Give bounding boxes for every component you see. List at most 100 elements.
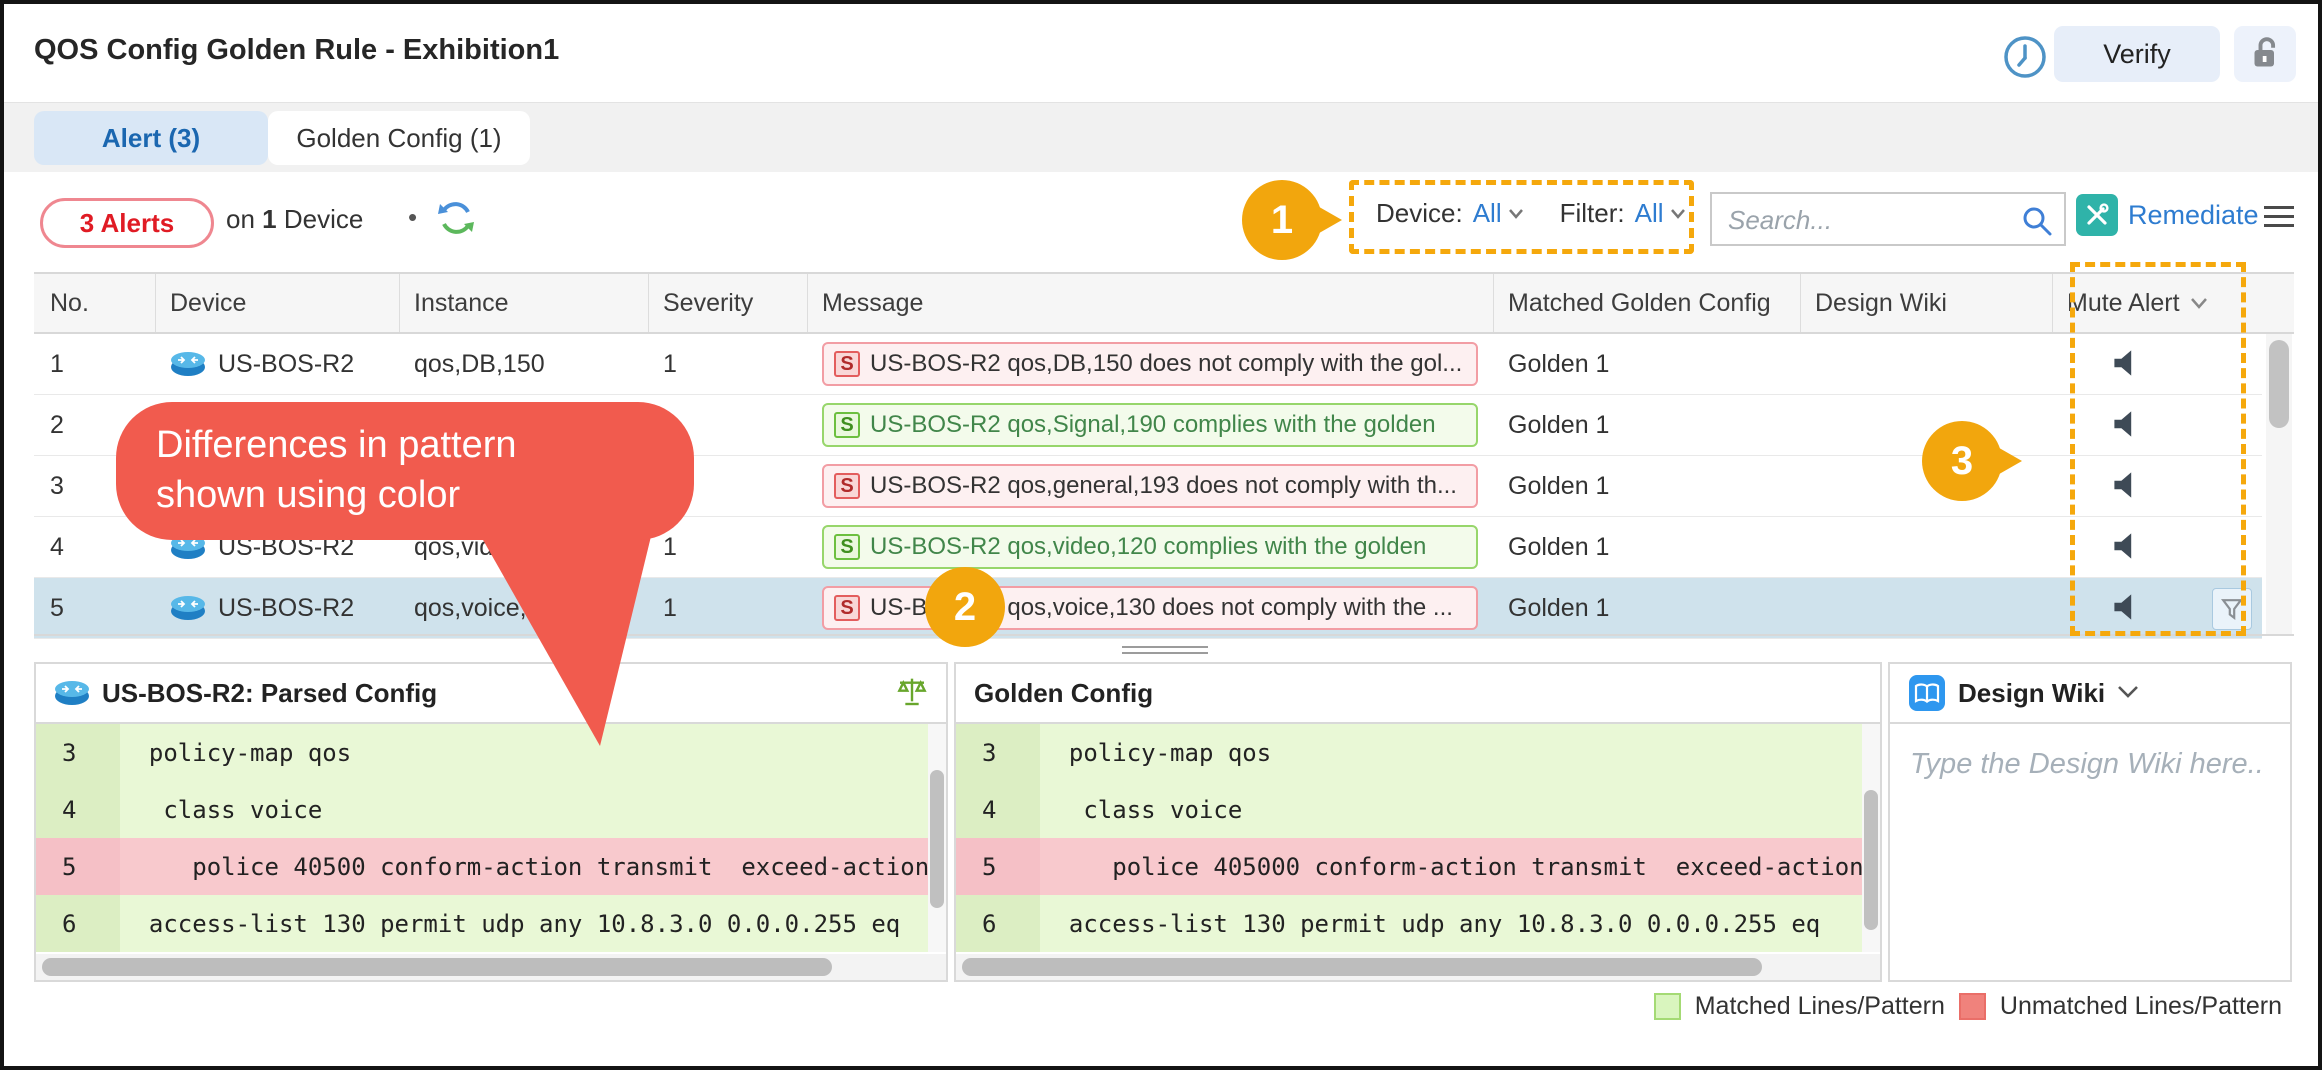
history-clock-icon[interactable] xyxy=(2002,34,2048,80)
config-line: 4 class voice xyxy=(36,781,946,838)
filter-label: Filter: xyxy=(1560,198,1625,229)
alert-message-pill[interactable]: S US-BOS-R2 qos,DB,150 does not comply w… xyxy=(822,342,1478,386)
alert-message-pill[interactable]: S US-BOS-R2 qos,general,193 does not com… xyxy=(822,464,1478,508)
matched-legend-label: Matched Lines/Pattern xyxy=(1695,992,1945,1021)
cell-matched-golden-config[interactable]: Golden 1 xyxy=(1494,578,1801,638)
matched-swatch xyxy=(1654,993,1681,1020)
parsed-config-code: 3 policy-map qos4 class voice5 police 40… xyxy=(36,724,946,952)
cell-severity: 1 xyxy=(649,578,808,638)
column-header-instance[interactable]: Instance xyxy=(400,274,649,332)
column-header-severity[interactable]: Severity xyxy=(649,274,808,332)
router-device-icon xyxy=(170,595,206,621)
search-icon[interactable] xyxy=(2020,204,2054,243)
remediate-tools-icon xyxy=(2076,194,2118,236)
cell-message: S US-BOS-R2 qos,voice,130 does not compl… xyxy=(808,578,1494,638)
tab-bar: Alert (3) Golden Config (1) xyxy=(4,102,2318,173)
page-title: QOS Config Golden Rule - Exhibition1 xyxy=(34,34,559,67)
golden-config-header: Golden Config xyxy=(956,664,1880,724)
design-wiki-editor[interactable]: Type the Design Wiki here.. xyxy=(1890,724,2290,980)
tab-golden-config[interactable]: Golden Config (1) xyxy=(268,111,530,165)
design-wiki-title: Design Wiki xyxy=(1958,678,2105,709)
config-line: 6 access-list 130 permit udp any 10.8.3.… xyxy=(36,895,946,952)
menu-icon[interactable] xyxy=(2262,200,2296,232)
verify-button[interactable]: Verify xyxy=(2054,26,2220,82)
cell-no: 1 xyxy=(36,334,156,394)
alert-message-pill[interactable]: S US-BOS-R2 qos,voice,130 does not compl… xyxy=(822,586,1478,630)
scrollbar-thumb[interactable] xyxy=(1864,790,1878,930)
cell-instance: qos,voice,130 xyxy=(400,578,649,638)
cell-message: S US-BOS-R2 qos,video,120 complies with … xyxy=(808,517,1494,577)
table-row[interactable]: 1 US-BOS-R2 qos,DB,150 1 S US-BOS-R2 qos… xyxy=(34,334,2262,395)
parsed-config-header: US-BOS-R2: Parsed Config xyxy=(36,664,946,724)
summary-badge: S xyxy=(834,412,860,438)
chevron-down-icon[interactable] xyxy=(2117,685,2139,702)
cell-matched-golden-config[interactable]: Golden 1 xyxy=(1494,456,1801,516)
unmatched-swatch xyxy=(1959,993,1986,1020)
cell-design-wiki xyxy=(1801,334,2053,394)
scrollbar-thumb[interactable] xyxy=(962,958,1762,976)
cell-matched-golden-config[interactable]: Golden 1 xyxy=(1494,334,1801,394)
cell-instance: qos,DB,150 xyxy=(400,334,649,394)
summary-badge: S xyxy=(834,351,860,377)
table-bottom-border xyxy=(34,634,2294,636)
table-header: No. Device Instance Severity Message Mat… xyxy=(34,272,2294,334)
parsed-config-vertical-scrollbar[interactable] xyxy=(928,724,946,952)
config-line: 5 police 405000 conform-action transmit … xyxy=(956,838,1880,895)
remediate-button[interactable]: Remediate xyxy=(2076,194,2259,236)
device-filter-dropdown[interactable]: All xyxy=(1473,198,1524,229)
scrollbar-thumb[interactable] xyxy=(930,770,944,908)
annotation-speech-bubble: Differences in pattern shown using color xyxy=(116,402,694,540)
router-device-icon xyxy=(170,351,206,377)
unlock-icon[interactable] xyxy=(2234,26,2296,82)
alert-count-badge[interactable]: 3 Alerts xyxy=(40,198,214,248)
cell-severity: 1 xyxy=(649,334,808,394)
alert-message-pill[interactable]: S US-BOS-R2 qos,Signal,190 complies with… xyxy=(822,403,1478,447)
column-header-no[interactable]: No. xyxy=(36,274,156,332)
search-input[interactable] xyxy=(1726,198,2020,242)
cell-matched-golden-config[interactable]: Golden 1 xyxy=(1494,517,1801,577)
router-device-icon xyxy=(54,680,90,706)
toolbar: 3 Alerts on 1 Device • Device: All Filte… xyxy=(4,172,2318,272)
config-line: 4 class voice xyxy=(956,781,1880,838)
column-header-matched-golden-config[interactable]: Matched Golden Config xyxy=(1494,274,1801,332)
cell-message: S US-BOS-R2 qos,Signal,190 complies with… xyxy=(808,395,1494,455)
title-bar: QOS Config Golden Rule - Exhibition1 Ver… xyxy=(4,4,2318,102)
table-row[interactable]: 5 US-BOS-R2 qos,voice,130 1 S US-BOS-R2 … xyxy=(34,578,2262,639)
search-box xyxy=(1710,192,2066,246)
separator-dot: • xyxy=(408,202,417,233)
annotation-callout-3: 3 xyxy=(1922,421,2002,501)
column-header-message[interactable]: Message xyxy=(808,274,1494,332)
filter-dropdown[interactable]: All xyxy=(1635,198,1686,229)
scrollbar-thumb[interactable] xyxy=(2269,340,2289,428)
golden-config-vertical-scrollbar[interactable] xyxy=(1862,724,1880,952)
cell-message: S US-BOS-R2 qos,DB,150 does not comply w… xyxy=(808,334,1494,394)
design-wiki-panel: Design Wiki Type the Design Wiki here.. xyxy=(1888,662,2292,982)
parsed-config-panel: US-BOS-R2: Parsed Config 3 policy-map qo… xyxy=(34,662,948,982)
panel-resize-handle[interactable] xyxy=(1122,642,1208,658)
alert-message-pill[interactable]: S US-BOS-R2 qos,video,120 complies with … xyxy=(822,525,1478,569)
cell-device: US-BOS-R2 xyxy=(156,578,400,638)
app-window: QOS Config Golden Rule - Exhibition1 Ver… xyxy=(0,0,2322,1070)
chevron-down-icon xyxy=(1670,208,1686,219)
config-line: 6 access-list 130 permit udp any 10.8.3.… xyxy=(956,895,1880,952)
config-line: 5 police 40500 conform-action transmit e… xyxy=(36,838,946,895)
filter-group: Device: All Filter: All xyxy=(1376,198,1686,229)
device-count-text: on 1 Device xyxy=(226,204,363,235)
cell-design-wiki xyxy=(1801,517,2053,577)
summary-badge: S xyxy=(834,473,860,499)
scrollbar-thumb[interactable] xyxy=(42,958,832,976)
cell-matched-golden-config[interactable]: Golden 1 xyxy=(1494,395,1801,455)
summary-badge: S xyxy=(834,595,860,621)
compare-scales-icon[interactable] xyxy=(896,676,928,711)
table-scrollbar[interactable] xyxy=(2266,334,2292,634)
tab-alert[interactable]: Alert (3) xyxy=(34,111,268,165)
cell-design-wiki xyxy=(1801,578,2053,638)
column-header-design-wiki[interactable]: Design Wiki xyxy=(1801,274,2053,332)
golden-config-code: 3 policy-map qos4 class voice5 police 40… xyxy=(956,724,1880,952)
annotation-callout-1: 1 xyxy=(1242,180,1322,260)
refresh-icon[interactable] xyxy=(436,198,476,238)
parsed-config-horizontal-scrollbar[interactable] xyxy=(36,954,946,980)
config-line: 3 policy-map qos xyxy=(36,724,946,781)
golden-config-horizontal-scrollbar[interactable] xyxy=(956,954,1880,980)
column-header-device[interactable]: Device xyxy=(156,274,400,332)
